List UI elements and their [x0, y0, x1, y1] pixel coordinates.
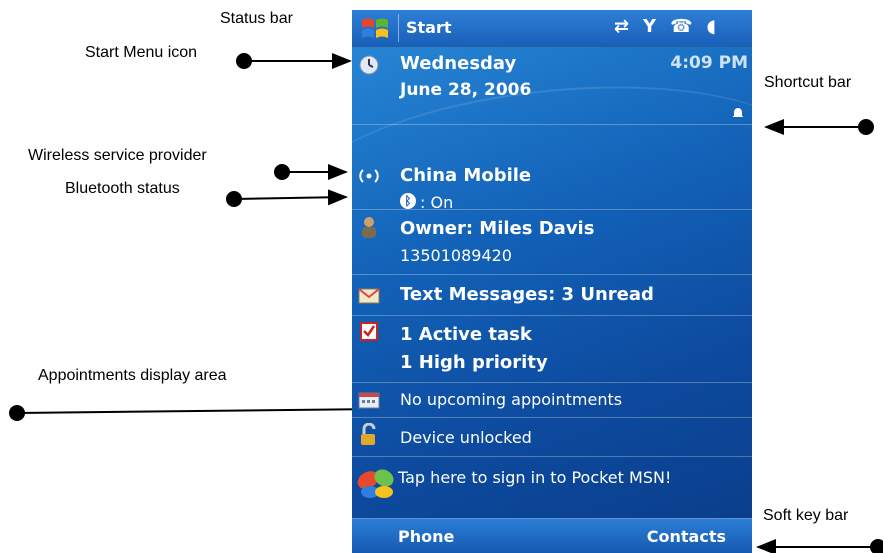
text-messages-label: Text Messages: 3 Unread: [400, 284, 654, 305]
date-row[interactable]: Wednesday June 28, 2006 4:09 PM: [352, 46, 752, 125]
msn-sign-in-link[interactable]: Tap here to sign in to Pocket MSN!: [398, 468, 671, 487]
task-checkbox-icon: [358, 320, 380, 342]
owner-icon: [358, 216, 380, 238]
contacts-softkey[interactable]: Contacts: [647, 527, 726, 546]
sync-icon[interactable]: ⇄: [614, 16, 629, 37]
arrow-shortcut-bar: [764, 119, 874, 135]
appointments-row[interactable]: No upcoming appointments: [352, 383, 752, 418]
arrow-wireless: [274, 164, 348, 180]
bluetooth-icon: ᛒ: [400, 193, 416, 209]
phone-ring-icon[interactable]: ☎: [670, 16, 692, 37]
annotation-appointments-area: Appointments display area: [38, 367, 227, 384]
annotation-wireless-provider: Wireless service provider: [28, 147, 207, 164]
status-icons: ⇄ Y ☎ ◖: [614, 16, 716, 37]
day-label: Wednesday: [400, 53, 517, 74]
today-screen: Start ⇄ Y ☎ ◖ Wednesday June 28, 2006 4:…: [352, 10, 752, 553]
padlock-icon: [358, 423, 380, 446]
bell-icon[interactable]: [732, 104, 744, 118]
start-menu-icon[interactable]: [358, 16, 394, 42]
arrow-start-menu: [236, 53, 352, 69]
tasks-row[interactable]: 1 Active task 1 High priority: [352, 316, 752, 383]
active-task-label: 1 Active task: [400, 324, 532, 345]
annotation-bluetooth-status: Bluetooth status: [65, 180, 180, 197]
signal-icon: [358, 165, 380, 187]
time-label: 4:09 PM: [670, 53, 748, 73]
arrow-appointments: [9, 401, 382, 421]
arrow-soft-key-bar: [756, 539, 883, 553]
annotation-shortcut-bar: Shortcut bar: [764, 74, 852, 91]
msn-row[interactable]: Tap here to sign in to Pocket MSN!: [352, 456, 752, 516]
high-priority-label: 1 High priority: [400, 352, 548, 373]
annotation-status-bar: Status bar: [220, 10, 293, 27]
status-bar: Start ⇄ Y ☎ ◖: [352, 10, 752, 47]
msn-butterfly-icon: [354, 464, 400, 504]
calendar-icon: [358, 389, 380, 411]
status-separator: [398, 14, 399, 42]
arrow-bluetooth: [226, 189, 348, 207]
soft-key-bar: Phone Contacts: [352, 518, 752, 553]
clock-icon: [358, 54, 380, 76]
device-lock-label: Device unlocked: [400, 428, 532, 447]
owner-phone: 13501089420: [400, 246, 512, 265]
owner-row[interactable]: Owner: Miles Davis 13501089420: [352, 210, 752, 275]
appointments-label: No upcoming appointments: [400, 390, 623, 409]
signal-antenna-icon[interactable]: Y: [643, 16, 656, 37]
owner-name: Owner: Miles Davis: [400, 218, 595, 239]
date-label: June 28, 2006: [400, 80, 532, 100]
messages-row[interactable]: Text Messages: 3 Unread: [352, 275, 752, 316]
annotation-start-menu-icon: Start Menu icon: [85, 44, 198, 61]
lock-row[interactable]: Device unlocked: [352, 418, 752, 457]
carrier-row[interactable]: China Mobile ᛒ : On: [352, 125, 752, 212]
start-label[interactable]: Start: [406, 18, 452, 37]
annotation-soft-key-bar: Soft key bar: [763, 507, 849, 524]
envelope-icon: [358, 284, 380, 306]
carrier-name: China Mobile: [400, 165, 532, 186]
phone-softkey[interactable]: Phone: [398, 527, 454, 546]
speaker-icon[interactable]: ◖: [707, 16, 716, 37]
